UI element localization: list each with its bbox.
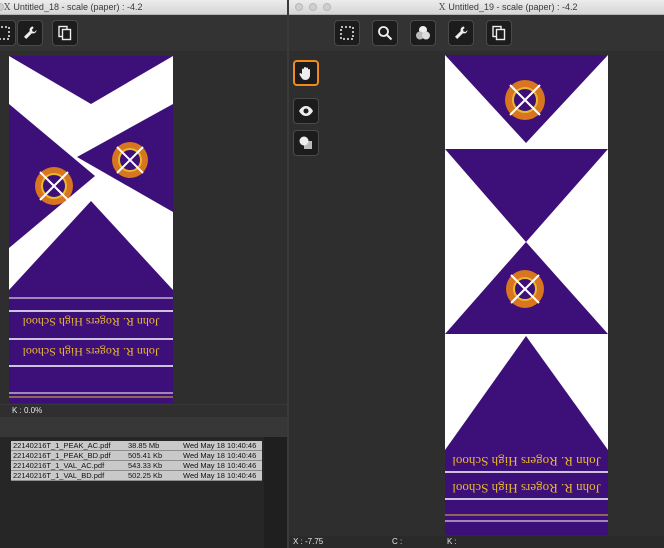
left-document-window: X Untitled_18 - scale (paper) : -4.2 Joh… — [0, 0, 287, 548]
left-copy-button[interactable] — [52, 20, 78, 46]
right-window-title: Untitled_19 - scale (paper) : -4.2 — [448, 2, 578, 12]
hand-tool-button[interactable] — [293, 60, 319, 86]
x11-icon: X — [4, 3, 11, 13]
left-toolbar — [0, 15, 287, 51]
file-row[interactable]: 22140216T_1_VAL_BD.pdf 502.25 Kb Wed May 1… — [11, 471, 262, 481]
right-school-text-2: John R. Rogers High School — [452, 481, 601, 496]
settings-button[interactable] — [448, 20, 474, 46]
file-list-scrollbar[interactable] — [264, 437, 287, 548]
right-crest-2 — [506, 270, 544, 308]
zoom-window-button[interactable] — [323, 3, 331, 11]
right-titlebar[interactable]: X Untitled_19 - scale (paper) : -4.2 — [289, 0, 664, 15]
file-list-panel: 22140216T_1_PEAK_AC.pdf 38.85 Mb Wed May 1… — [0, 437, 287, 548]
x11-icon: X — [439, 3, 446, 13]
marquee-icon — [340, 26, 354, 40]
left-canvas-area[interactable]: John R. Rogers High School John R. Roger… — [0, 51, 287, 404]
left-titlebar[interactable]: X Untitled_18 - scale (paper) : -4.2 — [0, 0, 287, 15]
copy-pages-icon — [58, 25, 72, 41]
right-canvas-area[interactable]: John R. Rogers High School John R. Roger… — [289, 51, 664, 536]
overlap-shapes-icon — [299, 136, 312, 149]
magnifier-icon — [378, 26, 393, 41]
status-c: C : — [392, 537, 403, 546]
channels-button[interactable] — [410, 20, 436, 46]
file-row[interactable]: 22140216T_1_PEAK_AC.pdf 38.85 Mb Wed May 1… — [11, 441, 262, 451]
zoom-button[interactable] — [372, 20, 398, 46]
color-circles-icon — [416, 26, 430, 40]
left-statusbar: K : 0.0% — [0, 405, 287, 417]
file-row[interactable]: 22140216T_1_PEAK_BD.pdf 505.41 Kb Wed May … — [11, 451, 262, 461]
preview-button[interactable] — [293, 98, 319, 124]
minimize-window-button[interactable] — [309, 3, 317, 11]
separations-button[interactable] — [293, 130, 319, 156]
left-settings-button[interactable] — [17, 20, 43, 46]
marquee-icon — [0, 26, 10, 40]
copy-pages-icon — [492, 25, 506, 41]
left-crest-1 — [35, 167, 73, 205]
crop-button[interactable] — [334, 20, 360, 46]
right-crest-1 — [505, 80, 545, 120]
left-window-title: Untitled_18 - scale (paper) : -4.2 — [13, 2, 143, 12]
left-pennant-artwork: John R. Rogers High School John R. Roger… — [9, 56, 173, 403]
left-crest-2 — [112, 142, 148, 178]
wrench-icon — [455, 26, 468, 39]
right-statusbar: X : -7.75 C : K : — [289, 536, 664, 548]
left-school-text-1: John R. Rogers High School — [22, 315, 160, 329]
copy-button[interactable] — [486, 20, 512, 46]
left-school-text-2: John R. Rogers High School — [22, 345, 160, 359]
right-pennant-artwork: John R. Rogers High School John R. Roger… — [445, 55, 608, 535]
wrench-icon — [24, 26, 37, 39]
left-crop-button[interactable] — [0, 20, 16, 46]
left-status-k: K : 0.0% — [12, 406, 43, 415]
right-school-text-1: John R. Rogers High School — [452, 454, 601, 469]
right-toolbar — [289, 15, 664, 51]
eye-icon — [299, 106, 313, 116]
right-document-window: X Untitled_19 - scale (paper) : -4.2 Joh… — [289, 0, 664, 548]
close-window-button[interactable] — [295, 3, 303, 11]
status-k: K : — [447, 537, 457, 546]
status-x: X : -7.75 — [293, 537, 324, 546]
file-row[interactable]: 22140216T_1_VAL_AC.pdf 543.33 Kb Wed May 1… — [11, 461, 262, 471]
file-list: 22140216T_1_PEAK_AC.pdf 38.85 Mb Wed May 1… — [11, 441, 262, 481]
hand-icon — [299, 67, 310, 80]
